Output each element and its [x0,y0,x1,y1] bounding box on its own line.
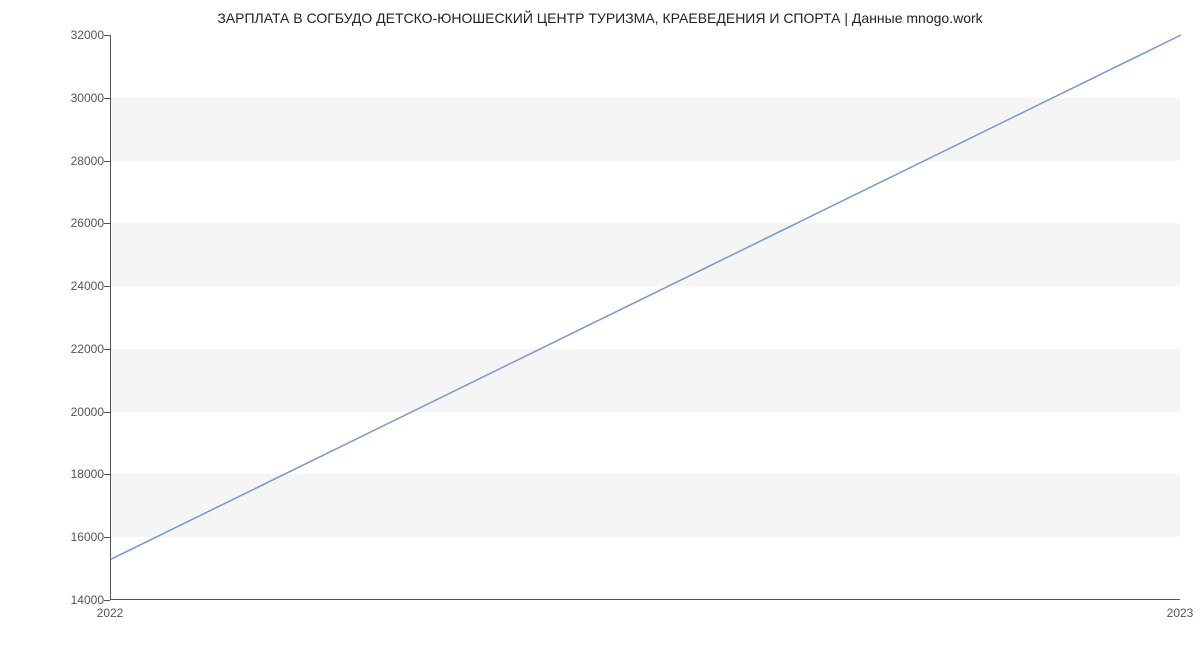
y-tick-label: 24000 [44,279,104,293]
chart-title: ЗАРПЛАТА В СОГБУДО ДЕТСКО-ЮНОШЕСКИЙ ЦЕНТ… [0,10,1200,26]
y-tick-mark [104,161,110,162]
y-tick-mark [104,412,110,413]
y-tick-label: 18000 [44,467,104,481]
salary-line-chart: ЗАРПЛАТА В СОГБУДО ДЕТСКО-ЮНОШЕСКИЙ ЦЕНТ… [0,0,1200,650]
line-series-layer [111,35,1180,599]
y-tick-mark [104,35,110,36]
y-tick-mark [104,98,110,99]
y-tick-label: 26000 [44,216,104,230]
x-tick-label: 2023 [1167,606,1194,620]
y-tick-label: 22000 [44,342,104,356]
y-tick-mark [104,286,110,287]
y-tick-label: 32000 [44,28,104,42]
y-tick-label: 20000 [44,405,104,419]
y-tick-mark [104,349,110,350]
y-tick-mark [104,537,110,538]
y-tick-mark [104,474,110,475]
salary-series-line [111,35,1181,559]
y-tick-label: 30000 [44,91,104,105]
plot-area [110,35,1180,600]
y-tick-label: 28000 [44,154,104,168]
y-tick-label: 14000 [44,593,104,607]
y-tick-label: 16000 [44,530,104,544]
y-tick-mark [104,600,110,601]
x-tick-label: 2022 [97,606,124,620]
y-tick-mark [104,223,110,224]
